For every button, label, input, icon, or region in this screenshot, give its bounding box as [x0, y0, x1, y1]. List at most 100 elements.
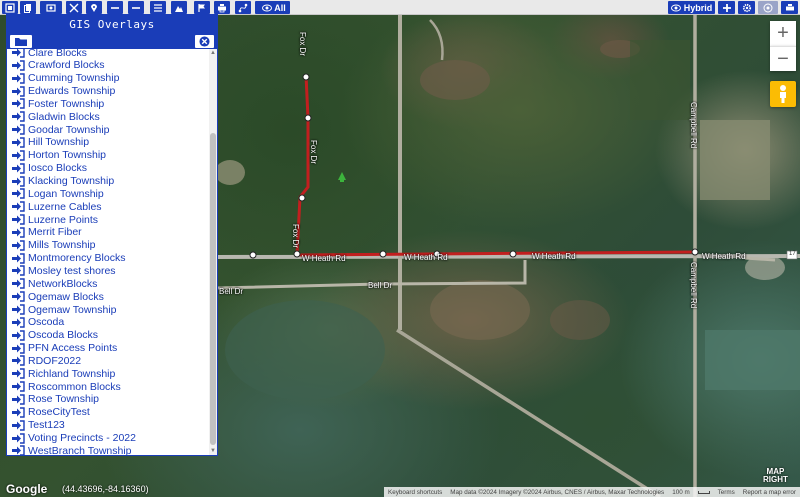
zoom-out-button[interactable]: − — [770, 46, 796, 71]
overlay-item-label: Cumming Township — [28, 72, 120, 85]
scroll-down-arrow[interactable]: ▼ — [210, 448, 216, 454]
overlay-list-item[interactable]: RDOF2022 — [11, 354, 81, 367]
sign-in-icon — [12, 407, 25, 418]
overlay-list-item[interactable]: Test123 — [11, 419, 65, 432]
copy-icon[interactable] — [20, 1, 36, 14]
overlay-list-item[interactable]: WestBranch Township — [11, 444, 132, 455]
scroll-up-arrow[interactable]: ▲ — [210, 50, 216, 56]
zoom-in-label: + — [777, 22, 789, 44]
overlay-list-item[interactable]: Clare Blocks — [11, 49, 87, 59]
overlay-item-label: Richland Township — [28, 367, 116, 380]
overlay-list-item[interactable]: Horton Township — [11, 149, 106, 162]
road-label-fox-dr: Fox Dr — [309, 140, 318, 164]
overlay-list-item[interactable]: Goodar Township — [11, 123, 110, 136]
flag-icon[interactable] — [194, 1, 210, 14]
top-toolbar: All Hybrid — [0, 0, 800, 15]
view-icon[interactable] — [40, 1, 62, 14]
panel-scrollbar[interactable]: ▲ ▼ — [209, 49, 217, 455]
print-icon[interactable] — [214, 1, 230, 14]
layers-icon[interactable] — [2, 1, 18, 14]
overlay-list-item[interactable]: Oscoda Blocks — [11, 329, 98, 342]
overlay-list-item[interactable]: Hill Township — [11, 136, 89, 149]
overlay-item-label: Ogemaw Township — [28, 303, 117, 316]
overlay-list-item[interactable]: NetworkBlocks — [11, 277, 97, 290]
overlay-item-label: Horton Township — [28, 149, 107, 162]
overlay-item-label: Luzerne Cables — [28, 200, 102, 213]
brand-bottom: RIGHT — [763, 475, 788, 484]
overlay-list-item[interactable]: Cumming Township — [11, 72, 119, 85]
overlay-list-item[interactable]: Logan Township — [11, 187, 104, 200]
sign-in-icon — [12, 162, 25, 174]
route-icon[interactable] — [235, 1, 251, 14]
gear-icon[interactable] — [738, 1, 755, 14]
road-label-bell-dr: Bell Dr — [219, 287, 244, 296]
overlay-item-label: Luzerne Points — [28, 213, 99, 226]
overlay-item-label: Hill Township — [28, 136, 90, 149]
line-icon[interactable] — [107, 1, 123, 14]
terms-link[interactable]: Terms — [718, 489, 735, 496]
list-icon[interactable] — [150, 1, 166, 14]
folder-icon — [15, 38, 27, 46]
sign-in-icon — [12, 432, 25, 444]
scrollbar-thumb[interactable] — [210, 133, 216, 445]
overlay-list-item[interactable]: Luzerne Points — [11, 213, 98, 226]
sign-in-icon — [12, 214, 25, 225]
overlay-item-label: Logan Township — [28, 187, 104, 200]
overlay-item-label: Klacking Township — [28, 175, 115, 187]
overlay-list-item[interactable]: Ogemaw Township — [11, 303, 117, 316]
overlay-list-item[interactable]: Mills Township — [11, 239, 96, 252]
overlay-list-item[interactable]: Iosco Blocks — [11, 162, 87, 175]
minus-icon[interactable] — [128, 1, 144, 14]
keyboard-shortcuts-link[interactable]: Keyboard shortcuts — [388, 489, 442, 496]
sign-in-icon — [12, 381, 25, 392]
road-label-fox-dr: Fox Dr — [291, 224, 300, 248]
overlay-list-item[interactable]: Edwards Township — [11, 85, 115, 98]
overlay-item-label: Montmorency Blocks — [28, 252, 126, 265]
road-label-campbell-rd: Campbell Rd — [689, 262, 698, 309]
sign-in-icon — [12, 445, 25, 455]
street-view-pegman[interactable] — [770, 81, 796, 107]
overlay-list-item[interactable]: Foster Township — [11, 97, 104, 110]
folder-button[interactable] — [10, 35, 32, 48]
overlay-list-item[interactable]: Oscoda — [11, 316, 64, 329]
sign-in-icon — [12, 240, 25, 251]
overlay-item-label: WestBranch Township — [28, 444, 132, 455]
report-error-link[interactable]: Report a map error — [743, 489, 796, 496]
overlay-list-item[interactable]: RoseCityTest — [11, 406, 90, 419]
map-pin-icon[interactable] — [86, 1, 102, 14]
mountain-icon[interactable] — [171, 1, 187, 14]
overlay-list-item[interactable]: Richland Township — [11, 367, 115, 380]
overlay-list-item[interactable]: PFN Access Points — [11, 342, 117, 355]
basemap-hybrid-button[interactable]: Hybrid — [668, 1, 715, 14]
overlay-list-item[interactable]: Klacking Township — [11, 175, 114, 188]
overlay-list-item[interactable]: Luzerne Cables — [11, 200, 102, 213]
overlay-list-item[interactable]: Rose Township — [11, 393, 99, 406]
overlay-list-item[interactable]: Roscommon Blocks — [11, 380, 121, 393]
overlay-list-item[interactable]: Crawford Blocks — [11, 59, 104, 72]
map-attribution-bar: Keyboard shortcuts Map data ©2024 Imager… — [384, 487, 800, 497]
overlay-list-item[interactable]: Mosley test shores — [11, 264, 116, 277]
road-label-w-heath-rd: W Heath Rd — [532, 252, 576, 261]
overlay-item-label: Crawford Blocks — [28, 59, 105, 72]
overlay-list-item[interactable]: Merrit Fiber — [11, 226, 82, 239]
tools-icon[interactable] — [66, 1, 82, 14]
road-label-fox-dr: Fox Dr — [298, 32, 307, 56]
overlay-item-label: Rose Township — [28, 393, 100, 406]
add-icon[interactable] — [718, 1, 735, 14]
overlay-list-item[interactable]: Montmorency Blocks — [11, 252, 125, 265]
sign-in-icon — [12, 49, 25, 58]
help-icon[interactable] — [758, 1, 778, 14]
overlay-list-item[interactable]: Ogemaw Blocks — [11, 290, 104, 303]
overlay-item-label: NetworkBlocks — [28, 277, 98, 290]
close-button[interactable] — [195, 35, 214, 48]
overlay-list-item[interactable]: Gladwin Blocks — [11, 110, 100, 123]
sign-in-icon — [12, 355, 25, 367]
show-all-button[interactable]: All — [258, 1, 290, 14]
sign-in-icon — [12, 342, 25, 354]
print-map-icon[interactable] — [781, 1, 798, 14]
overlay-list-item[interactable]: Voting Precincts - 2022 — [11, 432, 136, 445]
zoom-in-button[interactable]: + — [770, 21, 796, 46]
road-label-bell-dr: Bell Dr — [368, 281, 393, 290]
overlay-item-label: Oscoda Blocks — [28, 329, 99, 342]
scale-label[interactable]: 100 m — [672, 489, 690, 496]
